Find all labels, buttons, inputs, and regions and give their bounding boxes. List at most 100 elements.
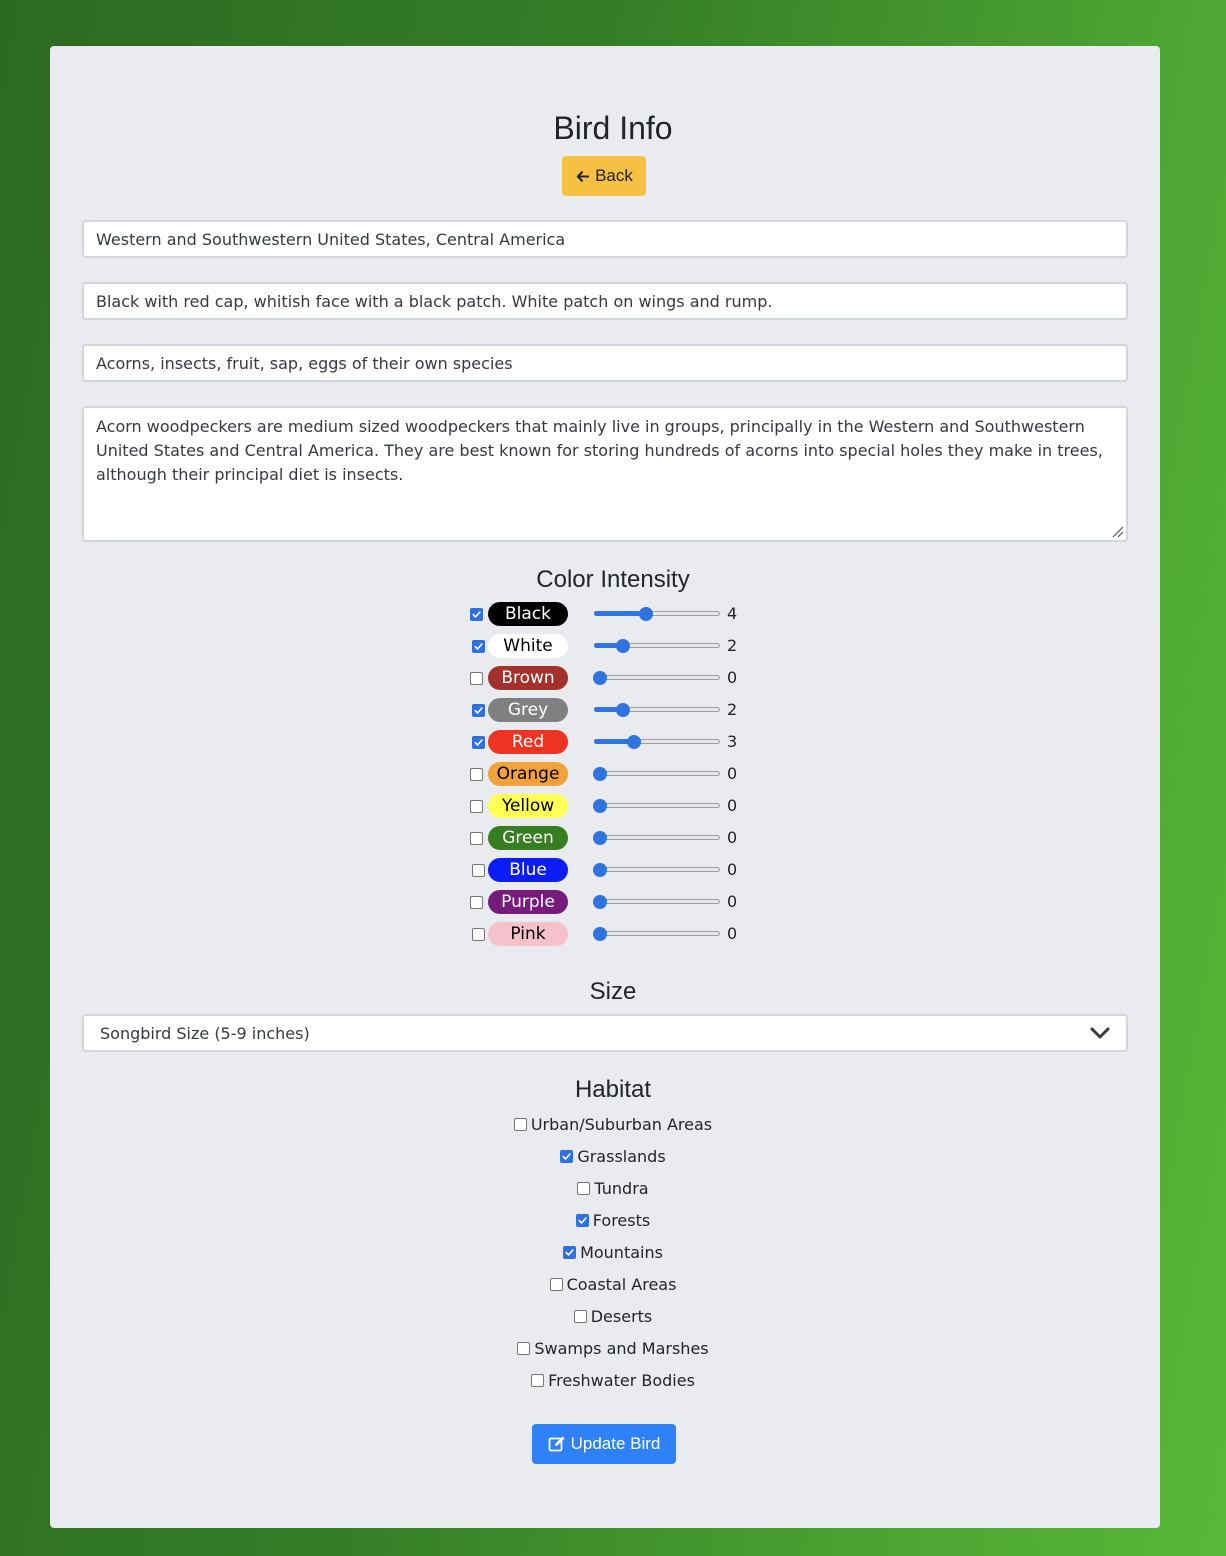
grey-intensity-value: 2 xyxy=(727,700,738,719)
orange-intensity-slider[interactable] xyxy=(593,762,720,786)
orange-checkbox[interactable] xyxy=(470,768,483,781)
appearance-input[interactable]: Black with red cap, whitish face with a … xyxy=(82,282,1128,320)
black-intensity-slider[interactable] xyxy=(594,602,720,626)
range-input[interactable]: Western and Southwestern United States, … xyxy=(82,220,1128,258)
habitat-option[interactable]: Grasslands xyxy=(0,1144,1226,1168)
habitat-label: Forests xyxy=(592,1210,651,1230)
habitat-checkbox[interactable] xyxy=(517,1341,531,1355)
page-title: Bird Info xyxy=(553,110,673,146)
black-color-label: Black xyxy=(488,602,568,626)
grey-checkbox[interactable] xyxy=(472,704,485,717)
update-bird-button[interactable]: Update Bird xyxy=(532,1424,676,1464)
red-intensity-slider[interactable] xyxy=(594,730,720,754)
slider-thumb[interactable] xyxy=(593,799,607,813)
habitat-option[interactable]: Swamps and Marshes xyxy=(0,1336,1226,1360)
black-checkbox[interactable] xyxy=(470,608,483,621)
slider-thumb[interactable] xyxy=(593,895,607,909)
habitat-option[interactable]: Forests xyxy=(0,1208,1226,1232)
habitat-label: Deserts xyxy=(590,1306,653,1326)
green-color-label: Green xyxy=(488,826,568,850)
slider-thumb[interactable] xyxy=(638,607,653,621)
white-color-label: White xyxy=(488,634,568,658)
slider-thumb[interactable] xyxy=(627,735,642,749)
red-intensity-value: 3 xyxy=(727,732,738,751)
green-checkbox[interactable] xyxy=(470,832,483,845)
resize-grip-icon[interactable] xyxy=(1110,524,1124,538)
habitat-checkbox[interactable] xyxy=(549,1277,563,1291)
edit-icon xyxy=(548,1436,565,1452)
slider-track xyxy=(594,931,720,936)
habitat-option[interactable]: Mountains xyxy=(0,1240,1226,1264)
grey-intensity-slider[interactable] xyxy=(594,698,720,722)
habitat-label: Grasslands xyxy=(577,1146,666,1166)
size-select[interactable]: Songbird Size (5-9 inches) xyxy=(82,1014,1128,1052)
blue-intensity-slider[interactable] xyxy=(593,858,720,882)
grey-color-label: Grey xyxy=(488,698,568,722)
size-heading: Size xyxy=(589,978,637,1005)
slider-track xyxy=(594,803,720,808)
pink-checkbox[interactable] xyxy=(472,928,485,941)
slider-track xyxy=(594,771,720,776)
habitat-option[interactable]: Deserts xyxy=(0,1304,1226,1328)
green-intensity-value: 0 xyxy=(727,828,738,847)
habitat-label: Swamps and Marshes xyxy=(534,1338,709,1358)
white-checkbox[interactable] xyxy=(472,640,485,653)
chevron-down-icon xyxy=(1090,1027,1110,1039)
habitat-checkbox[interactable] xyxy=(575,1213,589,1227)
red-checkbox[interactable] xyxy=(472,736,485,749)
slider-thumb[interactable] xyxy=(593,767,607,781)
diet-input[interactable]: Acorns, insects, fruit, sap, eggs of the… xyxy=(82,344,1128,382)
yellow-color-label: Yellow xyxy=(488,794,568,818)
white-intensity-value: 2 xyxy=(727,636,738,655)
slider-fill xyxy=(594,611,646,616)
update-bird-label: Update Bird xyxy=(570,1434,661,1453)
description-textarea[interactable]: Acorn woodpeckers are medium sized woodp… xyxy=(82,406,1128,542)
habitat-checkbox[interactable] xyxy=(573,1309,587,1323)
blue-intensity-value: 0 xyxy=(727,860,738,879)
back-button[interactable]: Back xyxy=(562,156,646,196)
habitat-checkbox[interactable] xyxy=(563,1245,577,1259)
habitat-option[interactable]: Urban/Suburban Areas xyxy=(0,1112,1226,1136)
brown-checkbox[interactable] xyxy=(470,672,483,685)
slider-thumb[interactable] xyxy=(593,863,607,877)
pink-intensity-slider[interactable] xyxy=(593,922,720,946)
habitat-checkbox[interactable] xyxy=(560,1149,574,1163)
habitat-checkbox[interactable] xyxy=(513,1117,527,1131)
slider-thumb[interactable] xyxy=(593,671,607,685)
description-text: Acorn woodpeckers are medium sized woodp… xyxy=(96,417,1103,484)
blue-checkbox[interactable] xyxy=(472,864,485,877)
brown-color-label: Brown xyxy=(488,666,568,690)
orange-color-label: Orange xyxy=(488,762,568,786)
habitat-label: Tundra xyxy=(594,1178,649,1198)
purple-checkbox[interactable] xyxy=(470,896,483,909)
habitat-checkbox[interactable] xyxy=(577,1181,591,1195)
white-intensity-slider[interactable] xyxy=(594,634,720,658)
purple-intensity-slider[interactable] xyxy=(593,890,720,914)
habitat-label: Mountains xyxy=(580,1242,663,1262)
slider-thumb[interactable] xyxy=(593,831,607,845)
slider-thumb[interactable] xyxy=(615,703,630,717)
color-intensity-heading: Color Intensity xyxy=(536,566,690,593)
slider-thumb[interactable] xyxy=(615,639,630,653)
yellow-checkbox[interactable] xyxy=(470,800,483,813)
slider-track xyxy=(594,899,720,904)
brown-intensity-slider[interactable] xyxy=(593,666,720,690)
habitat-checkbox[interactable] xyxy=(531,1373,545,1387)
arrow-left-icon xyxy=(576,170,590,182)
habitat-label: Urban/Suburban Areas xyxy=(530,1114,713,1134)
size-select-value: Songbird Size (5-9 inches) xyxy=(100,1023,310,1043)
slider-thumb[interactable] xyxy=(593,927,607,941)
purple-intensity-value: 0 xyxy=(727,892,738,911)
slider-track xyxy=(594,867,720,872)
back-button-label: Back xyxy=(595,166,633,185)
slider-track xyxy=(594,835,720,840)
yellow-intensity-slider[interactable] xyxy=(593,794,720,818)
habitat-option[interactable]: Tundra xyxy=(0,1176,1226,1200)
habitat-option[interactable]: Coastal Areas xyxy=(0,1272,1226,1296)
habitat-option[interactable]: Freshwater Bodies xyxy=(0,1368,1226,1392)
green-intensity-slider[interactable] xyxy=(593,826,720,850)
blue-color-label: Blue xyxy=(488,858,568,882)
slider-track xyxy=(594,675,720,680)
purple-color-label: Purple xyxy=(488,890,568,914)
pink-color-label: Pink xyxy=(488,922,568,946)
